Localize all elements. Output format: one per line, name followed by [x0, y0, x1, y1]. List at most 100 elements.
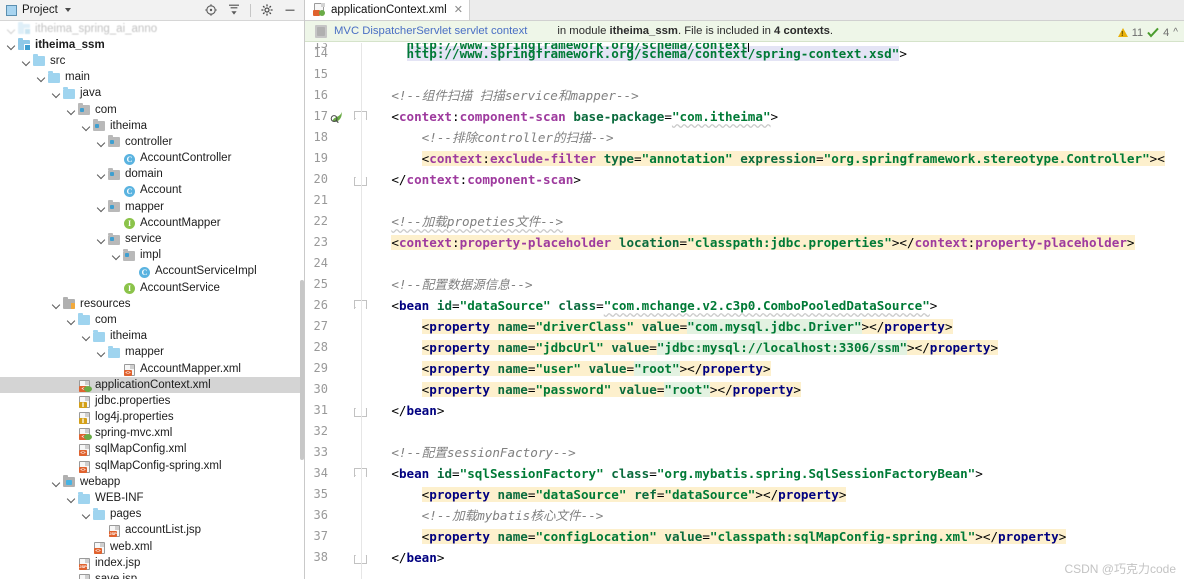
gear-icon[interactable]: [260, 3, 274, 17]
code-editor[interactable]: 14 http://www.springframework.org/schema…: [305, 43, 1184, 579]
tree-item[interactable]: itheima: [0, 118, 304, 134]
tree-item[interactable]: domain: [0, 167, 304, 183]
tree-item[interactable]: itheima_spring_ai_anno: [0, 21, 304, 37]
chevron-down-icon[interactable]: [36, 72, 47, 83]
fold-region-end-icon[interactable]: [354, 405, 367, 417]
chevron-down-icon[interactable]: [64, 8, 71, 12]
tree-item[interactable]: <> sqlMapConfig-spring.xml: [0, 458, 304, 474]
tree-item[interactable]: mapper: [0, 345, 304, 361]
line-gutter[interactable]: 23: [305, 232, 361, 253]
line-gutter[interactable]: 15: [305, 64, 361, 85]
line-gutter[interactable]: 21: [305, 190, 361, 211]
code-line[interactable]: 32: [305, 421, 1184, 442]
code-line[interactable]: 25 <!--配置数据源信息-->: [305, 274, 1184, 295]
tree-item[interactable]: WEB-INF: [0, 490, 304, 506]
tree-item[interactable]: com: [0, 102, 304, 118]
tree-item-selected[interactable]: < applicationContext.xml: [0, 377, 304, 394]
tree-item[interactable]: || jdbc.properties: [0, 393, 304, 409]
line-gutter[interactable]: 28: [305, 337, 361, 358]
code-line[interactable]: 34 <bean id="sqlSessionFactory" class="o…: [305, 463, 1184, 484]
chevron-down-icon[interactable]: [51, 477, 62, 488]
line-gutter[interactable]: 34: [305, 463, 367, 484]
line-gutter[interactable]: 33: [305, 442, 361, 463]
tree-scrollbar[interactable]: [300, 280, 304, 460]
code-line[interactable]: 33 <!--配置sessionFactory-->: [305, 442, 1184, 463]
line-gutter[interactable]: 18: [305, 127, 361, 148]
chevron-down-icon[interactable]: [96, 137, 107, 148]
line-gutter[interactable]: 31: [305, 400, 367, 421]
tree-item[interactable]: impl: [0, 248, 304, 264]
chevron-down-icon[interactable]: [66, 105, 77, 116]
tree-item[interactable]: JSPsave.jsp: [0, 571, 304, 579]
tree-item[interactable]: || log4j.properties: [0, 410, 304, 426]
chevron-down-icon[interactable]: [51, 88, 62, 99]
code-line[interactable]: 17 <context:component-scan base-package=…: [305, 106, 1184, 127]
line-gutter[interactable]: 29: [305, 358, 361, 379]
tree-item[interactable]: C AccountController: [0, 151, 304, 167]
line-gutter[interactable]: 20: [305, 169, 367, 190]
project-file-tree[interactable]: itheima_spring_ai_anno itheima_ssm src main…: [0, 21, 304, 579]
tree-item[interactable]: java: [0, 86, 304, 102]
chevron-up-icon[interactable]: ^: [1173, 27, 1178, 38]
fold-region-start-icon[interactable]: [354, 300, 367, 311]
locate-in-tree-icon[interactable]: [204, 3, 218, 17]
code-line[interactable]: 35 <property name="dataSource" ref="data…: [305, 484, 1184, 505]
notification-contexts[interactable]: 4 contexts: [774, 25, 830, 37]
line-gutter[interactable]: 19: [305, 148, 361, 169]
collapse-all-icon[interactable]: [227, 3, 241, 17]
code-line[interactable]: 22 <!--加载propeties文件-->: [305, 211, 1184, 232]
tree-item[interactable]: JSP index.jsp: [0, 555, 304, 571]
line-gutter[interactable]: 38: [305, 547, 367, 568]
line-gutter[interactable]: 36: [305, 505, 361, 526]
chevron-down-icon[interactable]: [81, 509, 92, 520]
tree-item[interactable]: pages: [0, 507, 304, 523]
project-title-group[interactable]: Project: [6, 4, 71, 16]
tree-item[interactable]: C AccountServiceImpl: [0, 264, 304, 280]
fold-region-end-icon[interactable]: [354, 552, 367, 564]
chevron-down-icon[interactable]: [6, 40, 17, 51]
tree-item[interactable]: itheima: [0, 329, 304, 345]
line-gutter[interactable]: 24: [305, 253, 361, 274]
chevron-down-icon[interactable]: [6, 24, 17, 35]
line-gutter[interactable]: 26: [305, 295, 367, 316]
code-lines[interactable]: 14 http://www.springframework.org/schema…: [305, 43, 1184, 568]
code-line[interactable]: 28 <property name="jdbcUrl" value="jdbc:…: [305, 337, 1184, 358]
fold-region-start-icon[interactable]: [354, 468, 367, 479]
line-gutter[interactable]: 35: [305, 484, 361, 505]
tree-item[interactable]: service: [0, 231, 304, 247]
line-gutter[interactable]: 16: [305, 85, 361, 106]
line-gutter[interactable]: 32: [305, 421, 361, 442]
line-gutter[interactable]: 37: [305, 526, 361, 547]
code-line[interactable]: 29 <property name="user" value="root"></…: [305, 358, 1184, 379]
chevron-down-icon[interactable]: [51, 299, 62, 310]
inspection-status-widget[interactable]: 11 4 ^: [1117, 22, 1178, 43]
code-line[interactable]: 26 <bean id="dataSource" class="com.mcha…: [305, 295, 1184, 316]
chevron-down-icon[interactable]: [81, 121, 92, 132]
tree-item[interactable]: main: [0, 70, 304, 86]
code-line[interactable]: 24: [305, 253, 1184, 274]
tree-item[interactable]: controller: [0, 134, 304, 150]
tree-item[interactable]: resources: [0, 296, 304, 312]
code-line[interactable]: 30 <property name="password" value="root…: [305, 379, 1184, 400]
code-line[interactable]: 23 <context:property-placeholder locatio…: [305, 232, 1184, 253]
tree-item[interactable]: itheima_ssm: [0, 37, 304, 53]
chevron-down-icon[interactable]: [66, 315, 77, 326]
code-line[interactable]: 15: [305, 64, 1184, 85]
line-gutter[interactable]: 30: [305, 379, 361, 400]
code-line[interactable]: 31 </bean>: [305, 400, 1184, 421]
fold-region-start-icon[interactable]: [354, 111, 367, 122]
line-gutter[interactable]: 13: [305, 43, 361, 55]
code-line[interactable]: 16 <!--组件扫描 扫描service和mapper-->: [305, 85, 1184, 106]
code-line[interactable]: 18 <!--排除controller的扫描-->: [305, 127, 1184, 148]
code-line[interactable]: 27 <property name="driverClass" value="c…: [305, 316, 1184, 337]
line-gutter[interactable]: 22: [305, 211, 361, 232]
close-icon[interactable]: ✕: [454, 3, 463, 16]
code-line[interactable]: 19 <context:exclude-filter type="annotat…: [305, 148, 1184, 169]
fold-region-end-icon[interactable]: [354, 174, 367, 186]
tree-item[interactable]: mapper: [0, 199, 304, 215]
chevron-down-icon[interactable]: [96, 169, 107, 180]
chevron-down-icon[interactable]: [66, 493, 77, 504]
tree-item[interactable]: I AccountService: [0, 280, 304, 296]
tree-item[interactable]: <> web.xml: [0, 539, 304, 555]
tree-item[interactable]: com: [0, 312, 304, 328]
